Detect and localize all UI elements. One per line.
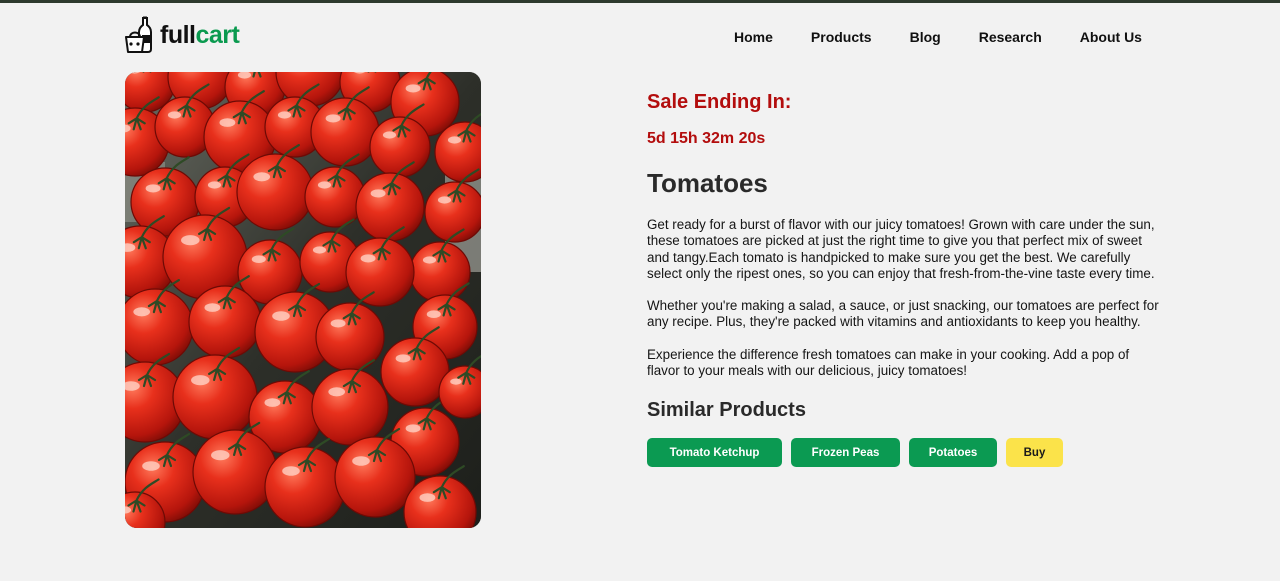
product-details: Sale Ending In: 5d 15h 32m 20s Tomatoes …: [647, 88, 1159, 468]
product-image: [125, 72, 481, 528]
product-description-p1: Get ready for a burst of flavor with our…: [647, 217, 1155, 281]
brand-name: fullcart: [160, 20, 240, 49]
brand-name-part1: full: [160, 20, 196, 49]
buy-button[interactable]: Buy: [1006, 438, 1063, 468]
nav-research[interactable]: Research: [979, 29, 1042, 45]
product-title: Tomatoes: [647, 168, 768, 198]
product-description-p2: Whether you're making a salad, a sauce, …: [647, 298, 1159, 330]
grocery-basket-bottle-icon: [124, 15, 158, 55]
main-nav: Home Products Blog Research About Us: [734, 29, 1142, 45]
brand-name-part2: cart: [195, 20, 240, 49]
product-description-p3: Experience the difference fresh tomatoes…: [647, 346, 1130, 379]
similar-product-frozen-peas-button[interactable]: Frozen Peas: [791, 438, 900, 468]
nav-home[interactable]: Home: [734, 29, 773, 45]
similar-product-tomato-ketchup-button[interactable]: Tomato Ketchup: [647, 438, 782, 468]
nav-products[interactable]: Products: [811, 29, 872, 45]
similar-products-list: Tomato Ketchup Frozen Peas Potatoes Buy: [647, 438, 1159, 468]
sale-heading: Sale Ending In:: [647, 91, 792, 113]
top-border: [0, 0, 1280, 3]
similar-product-potatoes-button[interactable]: Potatoes: [909, 438, 997, 468]
nav-blog[interactable]: Blog: [910, 29, 941, 45]
nav-about-us[interactable]: About Us: [1080, 29, 1142, 45]
similar-products-heading: Similar Products: [647, 399, 806, 422]
brand-logo[interactable]: fullcart: [124, 15, 240, 55]
sale-countdown: 5d 15h 32m 20s: [647, 130, 766, 147]
